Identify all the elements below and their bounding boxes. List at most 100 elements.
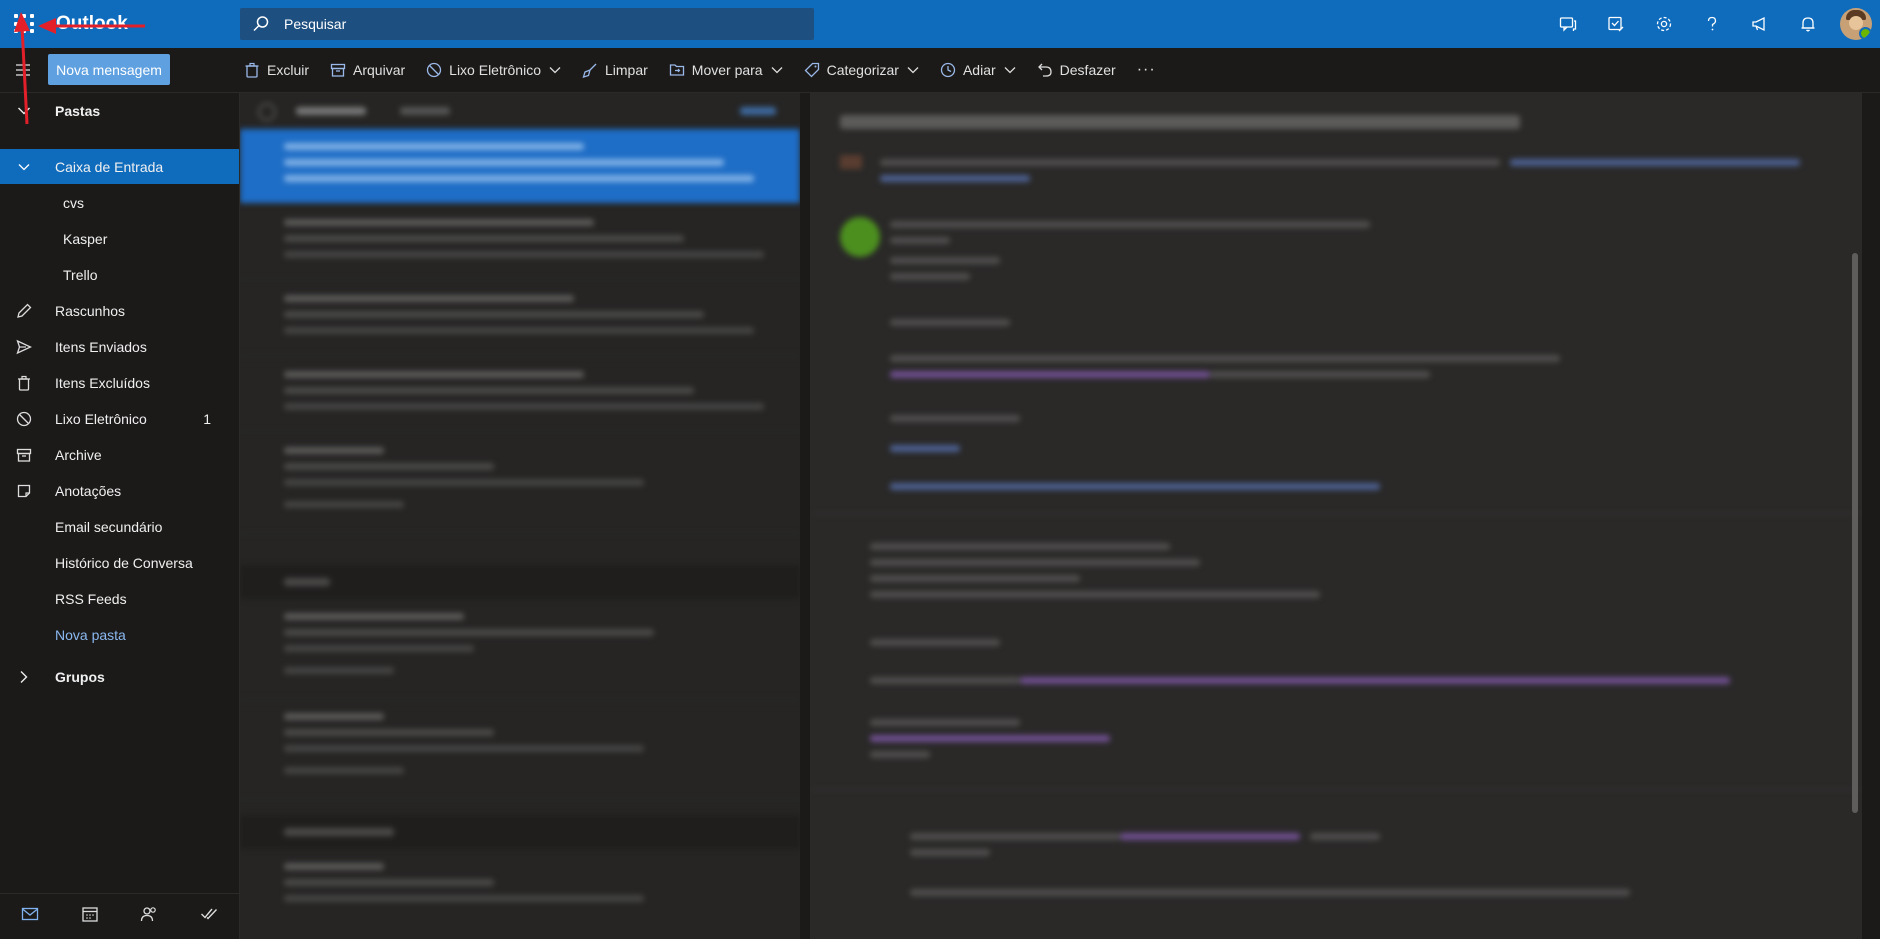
message-list[interactable]: [240, 93, 800, 939]
hamburger-icon[interactable]: [14, 62, 32, 83]
chevron-down-icon: [1004, 67, 1016, 74]
brand-name[interactable]: Outlook: [56, 13, 128, 35]
new-folder-link[interactable]: Nova pasta: [0, 617, 239, 652]
message-item[interactable]: [240, 849, 800, 939]
app-launcher-icon[interactable]: [12, 12, 36, 36]
message-item[interactable]: [240, 433, 800, 534]
archive-label: Arquivar: [353, 62, 406, 78]
message-item[interactable]: [240, 357, 800, 432]
chevron-down-icon: [771, 67, 783, 74]
broom-icon: [582, 63, 597, 78]
folder-label: Histórico de Conversa: [55, 554, 193, 571]
tasks-icon[interactable]: [1592, 0, 1640, 48]
avatar[interactable]: [1840, 8, 1872, 40]
mail-icon[interactable]: [21, 906, 39, 927]
folder-kasper[interactable]: Kasper: [0, 221, 239, 256]
command-bar: Nova mensagem Excluir Arquivar Lixo Elet…: [0, 48, 1880, 93]
folder-label: Lixo Eletrônico: [55, 410, 147, 427]
chat-icon[interactable]: [1544, 0, 1592, 48]
folder-archive[interactable]: Archive: [0, 437, 239, 472]
junk-label: Lixo Eletrônico: [449, 62, 541, 78]
clock-icon: [940, 62, 956, 78]
chevron-right-icon: [15, 668, 33, 686]
bottom-nav: [0, 893, 239, 939]
folder-label: Email secundário: [55, 518, 163, 535]
folder-junk[interactable]: Lixo Eletrônico 1: [0, 401, 239, 436]
note-icon: [15, 482, 33, 500]
block-icon: [15, 410, 33, 428]
folder-inbox[interactable]: Caixa de Entrada: [0, 149, 239, 184]
snooze-button[interactable]: Adiar: [940, 62, 1016, 78]
send-icon: [15, 338, 33, 356]
folder-secondary-email[interactable]: Email secundário: [0, 509, 239, 544]
categorize-label: Categorizar: [826, 62, 899, 78]
sweep-label: Limpar: [604, 62, 648, 78]
people-icon[interactable]: [140, 905, 158, 928]
new-folder-label: Nova pasta: [55, 626, 126, 643]
settings-icon[interactable]: [1640, 0, 1688, 48]
archive-icon: [330, 63, 346, 77]
message-item[interactable]: [240, 281, 800, 356]
folder-label: Itens Enviados: [55, 338, 147, 355]
reading-pane[interactable]: [810, 93, 1862, 939]
top-bar: Outlook Pesquisar: [0, 0, 1880, 48]
folder-label: Rascunhos: [55, 302, 126, 319]
announcement-icon[interactable]: [1736, 0, 1784, 48]
undo-label: Desfazer: [1059, 62, 1116, 78]
message-item[interactable]: [240, 599, 800, 700]
chevron-down-icon: [15, 102, 33, 120]
search-icon: [252, 15, 270, 38]
block-icon: [427, 62, 442, 78]
tag-icon: [804, 62, 819, 78]
folder-rss-feeds[interactable]: RSS Feeds: [0, 581, 239, 616]
list-section-header: [240, 815, 800, 849]
archive-icon: [15, 446, 33, 464]
archive-button[interactable]: Arquivar: [330, 62, 405, 78]
search-box[interactable]: Pesquisar: [240, 8, 814, 40]
message-item[interactable]: [240, 699, 800, 800]
online-status-icon: [1859, 27, 1872, 40]
move-label: Mover para: [691, 62, 763, 78]
folder-deleted[interactable]: Itens Excluídos: [0, 365, 239, 400]
folder-label: Anotações: [55, 482, 122, 499]
todo-icon[interactable]: [200, 906, 218, 927]
chevron-down-icon: [907, 67, 919, 74]
help-icon[interactable]: [1688, 0, 1736, 48]
new-message-button[interactable]: Nova mensagem: [48, 54, 170, 85]
folder-label: Archive: [55, 446, 102, 463]
folders-header-label: Pastas: [55, 102, 101, 119]
folder-conversation-history[interactable]: Histórico de Conversa: [0, 545, 239, 580]
sweep-button[interactable]: Limpar: [582, 62, 648, 78]
groups-header[interactable]: Grupos: [0, 659, 239, 694]
folder-label: cvs: [63, 194, 84, 211]
undo-button[interactable]: Desfazer: [1037, 62, 1116, 78]
folder-trello[interactable]: Trello: [0, 257, 239, 292]
message-item[interactable]: [240, 129, 800, 204]
folders-header[interactable]: Pastas: [0, 93, 239, 128]
bell-icon[interactable]: [1784, 0, 1832, 48]
folder-drafts[interactable]: Rascunhos: [0, 293, 239, 328]
delete-button[interactable]: Excluir: [244, 62, 309, 78]
folder-label: Kasper: [63, 230, 108, 247]
message-item[interactable]: [240, 205, 800, 280]
delete-label: Excluir: [267, 62, 310, 78]
groups-header-label: Grupos: [55, 668, 105, 685]
folder-label: Itens Excluídos: [55, 374, 150, 391]
folder-sent[interactable]: Itens Enviados: [0, 329, 239, 364]
folder-notes[interactable]: Anotações: [0, 473, 239, 508]
chevron-down-icon: [549, 67, 561, 74]
scrollbar[interactable]: [1852, 253, 1858, 813]
folder-pane: Pastas Caixa de Entrada cvs Kasper Trell…: [0, 93, 240, 939]
search-input[interactable]: Pesquisar: [284, 16, 346, 32]
junk-button[interactable]: Lixo Eletrônico: [426, 62, 561, 78]
folder-cvs[interactable]: cvs: [0, 185, 239, 220]
categorize-button[interactable]: Categorizar: [804, 62, 919, 78]
more-actions-button[interactable]: ···: [1137, 61, 1156, 79]
unread-count-badge: 1: [203, 410, 211, 427]
folder-label: RSS Feeds: [55, 590, 127, 607]
calendar-icon[interactable]: [81, 905, 99, 928]
undo-icon: [1037, 63, 1052, 77]
pencil-icon: [15, 302, 33, 320]
move-to-button[interactable]: Mover para: [669, 62, 783, 78]
list-section-header: [240, 565, 800, 599]
